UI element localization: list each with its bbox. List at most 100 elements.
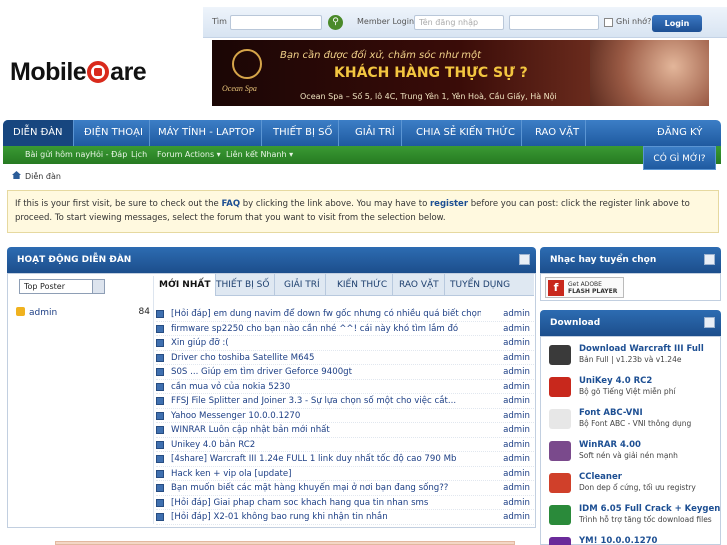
thread-author[interactable]: admin bbox=[503, 365, 530, 379]
thread-author[interactable]: admin bbox=[503, 467, 530, 481]
subnav-todays-posts[interactable]: Bài gửi hôm nay bbox=[25, 146, 90, 164]
thread-row[interactable]: [Hỏi đáp] em dung navim để down fw gốc n… bbox=[156, 307, 534, 322]
login-button[interactable]: Login bbox=[652, 15, 702, 32]
poster-row[interactable]: admin 84 bbox=[16, 307, 152, 318]
nav-item-giai-tri[interactable]: GIẢI TRÍ bbox=[349, 120, 402, 146]
home-icon[interactable] bbox=[12, 171, 21, 179]
thread-row[interactable]: FFSJ File Splitter and Joiner 3.3 - Sự l… bbox=[156, 394, 534, 409]
nav-register[interactable]: ĐĂNG KÝ bbox=[651, 120, 708, 146]
password-input[interactable] bbox=[509, 15, 599, 30]
thread-row[interactable]: Hack ken + vip ola [update] admin bbox=[156, 467, 534, 481]
thread-title[interactable]: Driver cho toshiba Satellite M645 bbox=[171, 351, 481, 365]
download-name[interactable]: CCleaner bbox=[579, 472, 622, 482]
thread-title[interactable]: firmware sp2250 cho bạn nào cần nhé ^^! … bbox=[171, 322, 481, 336]
download-name[interactable]: IDM 6.05 Full Crack + Keygen bbox=[579, 504, 720, 514]
thread-title[interactable]: S0S ... Giúp em tìm driver Geforce 9400g… bbox=[171, 365, 481, 379]
subnav-forum-actions[interactable]: Forum Actions ▾ bbox=[157, 146, 221, 164]
thread-title[interactable]: [4share] Warcraft III 1.24e FULL 1 link … bbox=[171, 452, 481, 466]
poster-name[interactable]: admin bbox=[29, 308, 57, 318]
thread-author[interactable]: admin bbox=[503, 380, 530, 394]
nav-item-dien-thoai[interactable]: ĐIỆN THOẠI bbox=[78, 120, 150, 146]
thread-author[interactable]: admin bbox=[503, 496, 530, 510]
download-title: Download bbox=[550, 318, 601, 328]
remember-checkbox[interactable] bbox=[604, 18, 613, 27]
collapse-icon[interactable] bbox=[519, 254, 530, 265]
tab-kien-thuc[interactable]: KIẾN THỨC bbox=[332, 274, 394, 296]
breadcrumb-forum[interactable]: Diễn đàn bbox=[25, 172, 61, 181]
subnav-faq[interactable]: Hỏi - Đáp bbox=[90, 146, 127, 164]
app-icon bbox=[549, 505, 571, 525]
thread-title[interactable]: Unikey 4.0 bản RC2 bbox=[171, 438, 481, 452]
nav-item-may-tinh[interactable]: MÁY TÍNH - LAPTOP bbox=[152, 120, 262, 146]
register-link[interactable]: register bbox=[430, 199, 468, 209]
thread-author[interactable]: admin bbox=[503, 322, 530, 336]
member-login-label: Member Login: bbox=[357, 17, 417, 26]
thread-row[interactable]: Bạn muốn biết các mặt hàng khuyến mại ở … bbox=[156, 481, 534, 496]
thread-row[interactable]: [Hỏi đáp] X2-01 không bao rung khi nhận … bbox=[156, 510, 534, 525]
tab-tuyen-dung[interactable]: TUYỂN DỤNG bbox=[445, 274, 515, 296]
thread-author[interactable]: admin bbox=[503, 307, 530, 321]
thread-row[interactable]: cần mua vỏ của nokia 5230 admin bbox=[156, 380, 534, 394]
faq-link[interactable]: FAQ bbox=[221, 199, 240, 209]
download-name[interactable]: Download Warcraft III Full bbox=[579, 344, 704, 354]
nav-item-dien-dan[interactable]: DIỄN ĐÀN bbox=[3, 120, 74, 146]
thread-title[interactable]: cần mua vỏ của nokia 5230 bbox=[171, 380, 481, 394]
thread-title[interactable]: [Hỏi đáp] X2-01 không bao rung khi nhận … bbox=[171, 510, 481, 524]
ocean-spa-banner[interactable]: Ocean Spa Bạn cần được đối xử, chăm sóc … bbox=[212, 40, 709, 106]
thread-author[interactable]: admin bbox=[503, 438, 530, 452]
thread-row[interactable]: Yahoo Messenger 10.0.0.1270 admin bbox=[156, 409, 534, 423]
subnav-calendar[interactable]: Lịch bbox=[131, 146, 147, 164]
thread-title[interactable]: Yahoo Messenger 10.0.0.1270 bbox=[171, 409, 481, 423]
nav-item-thiet-bi-so[interactable]: THIẾT BỊ SỐ bbox=[267, 120, 340, 146]
thread-author[interactable]: admin bbox=[503, 423, 530, 437]
thread-title[interactable]: [Hỏi đáp] em dung navim để down fw gốc n… bbox=[171, 307, 481, 321]
thread-author[interactable]: admin bbox=[503, 510, 530, 524]
username-input[interactable]: Tên đăng nhập bbox=[414, 15, 504, 30]
download-name[interactable]: Font ABC-VNI bbox=[579, 408, 643, 418]
tab-rao-vat[interactable]: RAO VẶT bbox=[394, 274, 445, 296]
subnav-quick-links[interactable]: Liên kết Nhanh ▾ bbox=[226, 146, 293, 164]
tab-moi-nhat[interactable]: MỚI NHẤT bbox=[154, 274, 217, 296]
nav-item-chia-se[interactable]: CHIA SẺ KIẾN THỨC bbox=[410, 120, 522, 146]
collapse-icon[interactable] bbox=[704, 254, 715, 265]
thread-title[interactable]: [Hỏi đáp] Giai phap cham soc khach hang … bbox=[171, 496, 481, 510]
download-name[interactable]: WinRAR 4.00 bbox=[579, 440, 641, 450]
banner-address: Ocean Spa – Số 5, lô 4C, Trung Yên 1, Yê… bbox=[300, 92, 557, 101]
thread-author[interactable]: admin bbox=[503, 394, 530, 408]
thread-author[interactable]: admin bbox=[503, 351, 530, 365]
mobilecare-logo[interactable]: Mobile are bbox=[10, 58, 147, 87]
search-input[interactable] bbox=[230, 15, 322, 30]
thread-row[interactable]: Unikey 4.0 bản RC2 admin bbox=[156, 438, 534, 452]
download-name[interactable]: YM! 10.0.0.1270 bbox=[579, 536, 657, 545]
whats-new-button[interactable]: CÓ GÌ MỚI? bbox=[643, 146, 716, 170]
thread-title[interactable]: WINRAR Luôn cập nhật bản mới nhất bbox=[171, 423, 481, 437]
thread-title[interactable]: Xin giúp đỡ :( bbox=[171, 336, 481, 350]
logo-c-icon bbox=[87, 61, 110, 83]
thread-title[interactable]: Bạn muốn biết các mặt hàng khuyến mại ở … bbox=[171, 481, 481, 495]
flash-player-badge[interactable]: f Get ADOBE FLASH PLAYER bbox=[545, 277, 624, 298]
thread-row[interactable]: WINRAR Luôn cập nhật bản mới nhất admin bbox=[156, 423, 534, 438]
tab-giai-tri[interactable]: GIẢI TRÍ bbox=[279, 274, 326, 296]
thread-author[interactable]: admin bbox=[503, 452, 530, 466]
thread-author[interactable]: admin bbox=[503, 409, 530, 423]
thread-author[interactable]: admin bbox=[503, 481, 530, 495]
banner-line1: Bạn cần được đối xử, chăm sóc như một bbox=[280, 50, 482, 61]
thread-row[interactable]: Driver cho toshiba Satellite M645 admin bbox=[156, 351, 534, 365]
thread-title[interactable]: Hack ken + vip ola [update] bbox=[171, 467, 481, 481]
poster-select[interactable]: Top Poster bbox=[19, 279, 105, 294]
collapse-icon[interactable] bbox=[704, 317, 715, 328]
thread-row[interactable]: S0S ... Giúp em tìm driver Geforce 9400g… bbox=[156, 365, 534, 380]
search-go-button[interactable]: ⚲ bbox=[328, 15, 343, 30]
tab-thiet-bi-so[interactable]: THIẾT BỊ SỐ bbox=[211, 274, 276, 296]
nav-item-rao-vat[interactable]: RAO VẶT bbox=[529, 120, 587, 146]
thread-row[interactable]: [Hỏi đáp] Giai phap cham soc khach hang … bbox=[156, 496, 534, 510]
thread-icon bbox=[156, 469, 164, 478]
music-title: Nhạc hay tuyển chọn bbox=[550, 255, 657, 265]
breadcrumb: Diễn đàn bbox=[12, 171, 61, 181]
thread-title[interactable]: FFSJ File Splitter and Joiner 3.3 - Sự l… bbox=[171, 394, 481, 408]
download-name[interactable]: UniKey 4.0 RC2 bbox=[579, 376, 652, 386]
thread-row[interactable]: Xin giúp đỡ :( admin bbox=[156, 336, 534, 351]
thread-row[interactable]: firmware sp2250 cho bạn nào cần nhé ^^! … bbox=[156, 322, 534, 336]
thread-author[interactable]: admin bbox=[503, 336, 530, 350]
thread-row[interactable]: [4share] Warcraft III 1.24e FULL 1 link … bbox=[156, 452, 534, 467]
